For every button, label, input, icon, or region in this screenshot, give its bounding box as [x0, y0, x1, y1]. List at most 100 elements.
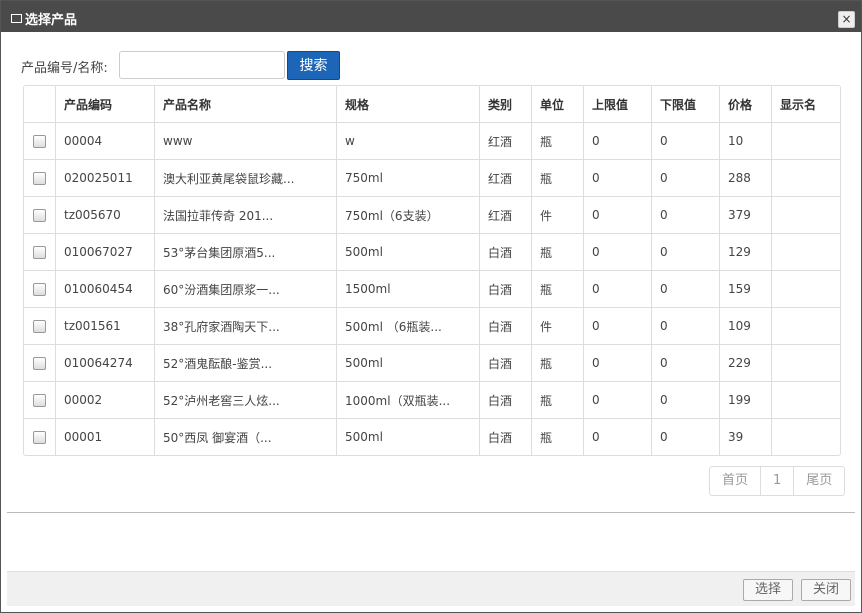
cell-name: 53°茅台集团原酒5...	[154, 233, 337, 271]
cell-upper: 0	[583, 418, 652, 455]
cell-lower: 0	[651, 418, 720, 455]
cell-upper: 0	[583, 159, 652, 197]
cell-lower: 0	[651, 307, 720, 345]
cell-lower: 0	[651, 159, 720, 197]
cell-category: 白酒	[479, 270, 532, 308]
table-row[interactable]: tz001561 38°孔府家酒陶天下... 500ml （6瓶装... 白酒件 0 0 1…	[24, 307, 840, 345]
table-row[interactable]: 00001 50°西凤 御宴酒（... 500ml 白酒瓶 0 0 39	[24, 418, 840, 455]
search-input[interactable]	[119, 51, 285, 79]
cell-name: 50°西凤 御宴酒（...	[154, 418, 337, 455]
row-checkbox-cell	[24, 344, 56, 382]
cell-code: tz001561	[55, 307, 155, 345]
table-row[interactable]: 010064274 52°酒鬼酝酿-鉴赏... 500ml 白酒瓶 0 0 229	[24, 344, 840, 382]
header-checkbox-cell	[24, 86, 56, 123]
cell-display	[771, 344, 840, 382]
divider	[7, 512, 855, 513]
cell-upper: 0	[583, 344, 652, 382]
table-row[interactable]: 00002 52°泸州老窖三人炫... 1000ml（双瓶装... 白酒瓶 0 0 199	[24, 381, 840, 419]
last-page-button[interactable]: 尾页	[794, 467, 844, 495]
column-header-price[interactable]: 价格	[719, 86, 772, 123]
column-header-code[interactable]: 产品编码	[55, 86, 155, 123]
cell-price: 39	[719, 418, 772, 455]
cell-spec: w	[336, 122, 480, 160]
cell-code: 020025011	[55, 159, 155, 197]
cell-price: 159	[719, 270, 772, 308]
column-header-category[interactable]: 类别	[479, 86, 532, 123]
column-header-unit[interactable]: 单位	[531, 86, 584, 123]
cell-lower: 0	[651, 344, 720, 382]
cell-spec: 750ml（6支装）	[336, 196, 480, 234]
column-header-spec[interactable]: 规格	[336, 86, 480, 123]
row-checkbox-cell	[24, 159, 56, 197]
pagination: 首页 1 尾页	[709, 466, 846, 496]
cell-code: 00001	[55, 418, 155, 455]
cell-name: 52°泸州老窖三人炫...	[154, 381, 337, 419]
row-checkbox[interactable]	[33, 394, 46, 407]
cell-display	[771, 270, 840, 308]
column-header-lower[interactable]: 下限值	[651, 86, 720, 123]
row-checkbox[interactable]	[33, 431, 46, 444]
cell-unit: 瓶	[531, 270, 584, 308]
first-page-button[interactable]: 首页	[710, 467, 762, 495]
cell-spec: 750ml	[336, 159, 480, 197]
row-checkbox[interactable]	[33, 135, 46, 148]
cell-price: 109	[719, 307, 772, 345]
cell-unit: 瓶	[531, 159, 584, 197]
cell-name: 52°酒鬼酝酿-鉴赏...	[154, 344, 337, 382]
row-checkbox-cell	[24, 270, 56, 308]
row-checkbox[interactable]	[33, 357, 46, 370]
cell-category: 白酒	[479, 307, 532, 345]
cell-display	[771, 159, 840, 197]
cell-upper: 0	[583, 122, 652, 160]
table-row[interactable]: 010067027 53°茅台集团原酒5... 500ml 白酒瓶 0 0 129	[24, 233, 840, 271]
cell-display	[771, 418, 840, 455]
page-number[interactable]: 1	[761, 467, 795, 495]
cell-category: 白酒	[479, 418, 532, 455]
cell-category: 红酒	[479, 159, 532, 197]
table-row[interactable]: 020025011 澳大利亚黄尾袋鼠珍藏... 750ml 红酒瓶 0 0 288	[24, 159, 840, 197]
cell-display	[771, 122, 840, 160]
cell-display	[771, 307, 840, 345]
table-row[interactable]: 00004 www w 红酒瓶 0 0 10	[24, 122, 840, 160]
column-header-name[interactable]: 产品名称	[154, 86, 337, 123]
cell-unit: 瓶	[531, 344, 584, 382]
row-checkbox-cell	[24, 418, 56, 455]
cell-spec: 500ml	[336, 418, 480, 455]
cell-code: 010067027	[55, 233, 155, 271]
cell-upper: 0	[583, 196, 652, 234]
cell-lower: 0	[651, 196, 720, 234]
table-row[interactable]: tz005670 法国拉菲传奇 201... 750ml（6支装） 红酒件 0 0 379	[24, 196, 840, 234]
cell-spec: 500ml （6瓶装...	[336, 307, 480, 345]
cell-price: 229	[719, 344, 772, 382]
cell-lower: 0	[651, 381, 720, 419]
row-checkbox[interactable]	[33, 172, 46, 185]
window-icon	[11, 14, 22, 23]
cell-name: www	[154, 122, 337, 160]
cell-unit: 瓶	[531, 122, 584, 160]
column-header-display[interactable]: 显示名	[771, 86, 840, 123]
cell-code: 010060454	[55, 270, 155, 308]
cell-unit: 件	[531, 307, 584, 345]
dialog-title: 选择产品	[25, 13, 78, 28]
column-header-upper[interactable]: 上限值	[583, 86, 652, 123]
row-checkbox[interactable]	[33, 283, 46, 296]
table-row[interactable]: 010060454 60°汾酒集团原浆一... 1500ml 白酒瓶 0 0 159	[24, 270, 840, 308]
cell-code: 00004	[55, 122, 155, 160]
close-button[interactable]: 关闭	[801, 579, 851, 601]
select-button[interactable]: 选择	[743, 579, 793, 601]
cell-name: 法国拉菲传奇 201...	[154, 196, 337, 234]
cell-spec: 1500ml	[336, 270, 480, 308]
row-checkbox[interactable]	[33, 246, 46, 259]
row-checkbox-cell	[24, 122, 56, 160]
cell-lower: 0	[651, 270, 720, 308]
cell-upper: 0	[583, 307, 652, 345]
cell-upper: 0	[583, 270, 652, 308]
row-checkbox[interactable]	[33, 209, 46, 222]
cell-category: 红酒	[479, 122, 532, 160]
cell-unit: 瓶	[531, 233, 584, 271]
dialog-footer: 选择 关闭	[7, 571, 855, 606]
search-button[interactable]: 搜索	[287, 51, 340, 80]
cell-name: 38°孔府家酒陶天下...	[154, 307, 337, 345]
row-checkbox[interactable]	[33, 320, 46, 333]
close-icon[interactable]: ×	[838, 11, 855, 28]
